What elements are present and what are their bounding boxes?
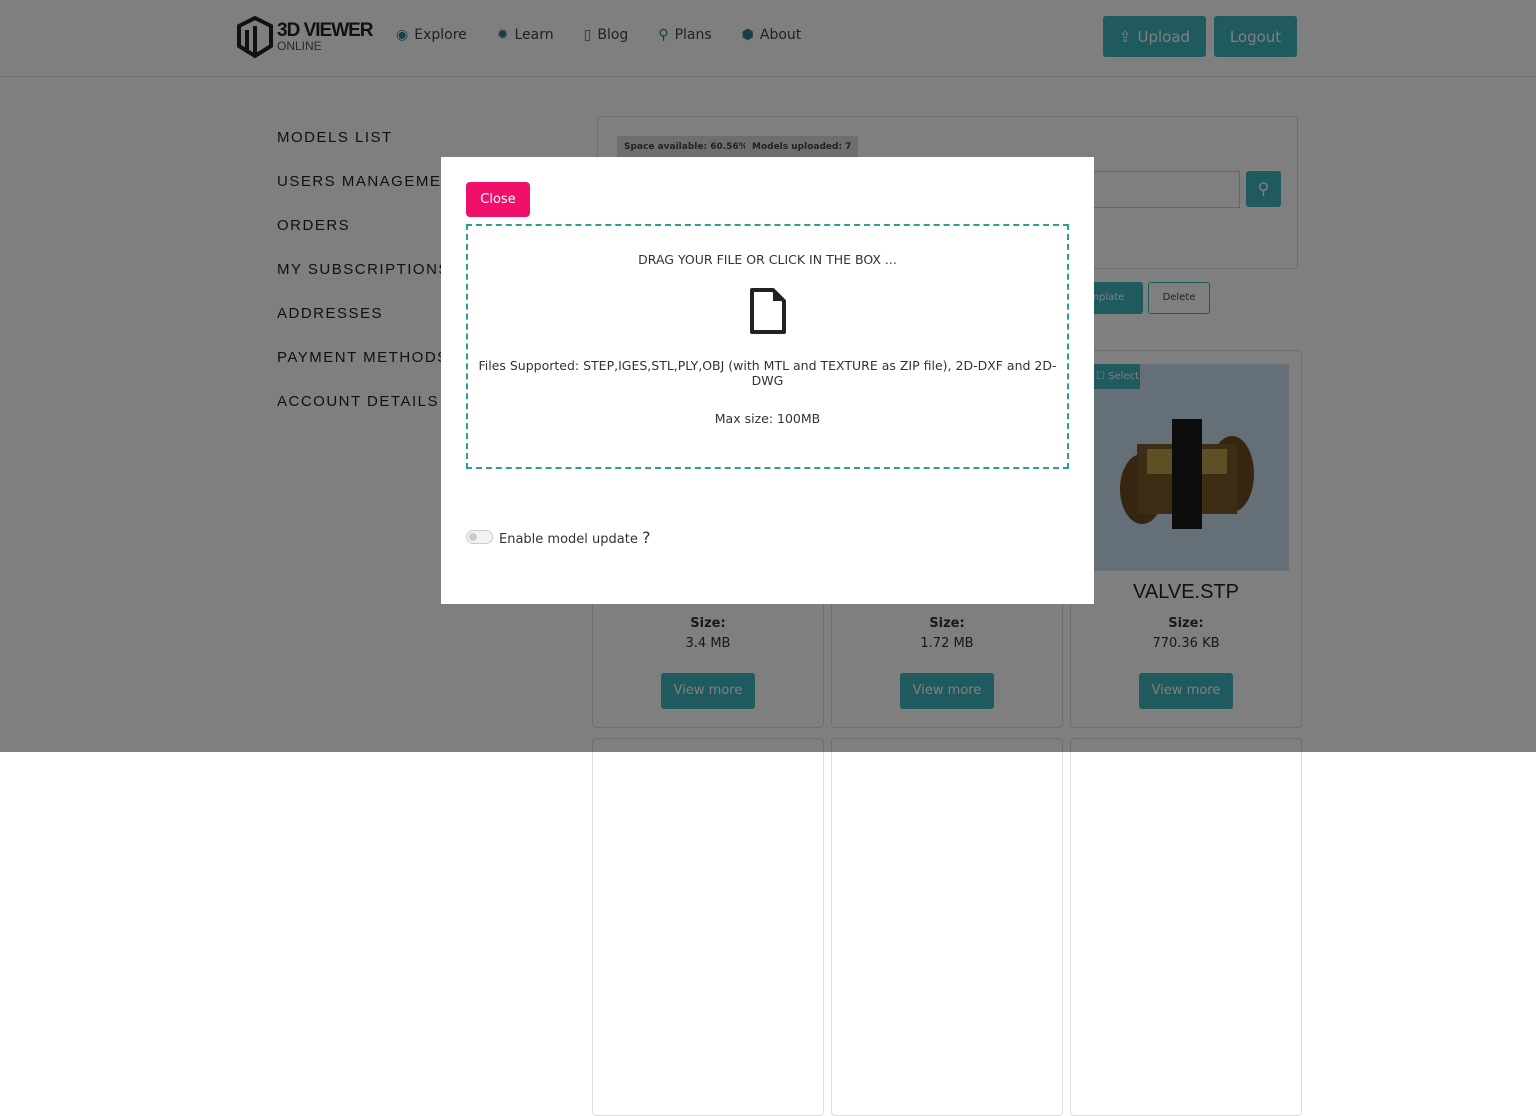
model-update-toggle[interactable]: [466, 530, 493, 544]
upload-modal: Close DRAG YOUR FILE OR CLICK IN THE BOX…: [441, 157, 1094, 604]
model-card: [1070, 738, 1302, 1116]
file-icon: [749, 288, 786, 334]
help-icon[interactable]: ?: [642, 528, 651, 547]
close-button[interactable]: Close: [466, 182, 530, 217]
supported-formats: Files Supported: STEP,IGES,STL,PLY,OBJ (…: [478, 358, 1057, 388]
max-size: Max size: 100MB: [714, 411, 821, 426]
model-card: [592, 738, 824, 1116]
toggle-label-text: Enable model update: [499, 532, 638, 547]
toggle-label: Enable model update ?: [499, 528, 650, 547]
drop-instruction: DRAG YOUR FILE OR CLICK IN THE BOX ...: [638, 252, 897, 267]
file-drop-zone[interactable]: DRAG YOUR FILE OR CLICK IN THE BOX ... F…: [466, 224, 1069, 469]
model-card: [831, 738, 1063, 1116]
